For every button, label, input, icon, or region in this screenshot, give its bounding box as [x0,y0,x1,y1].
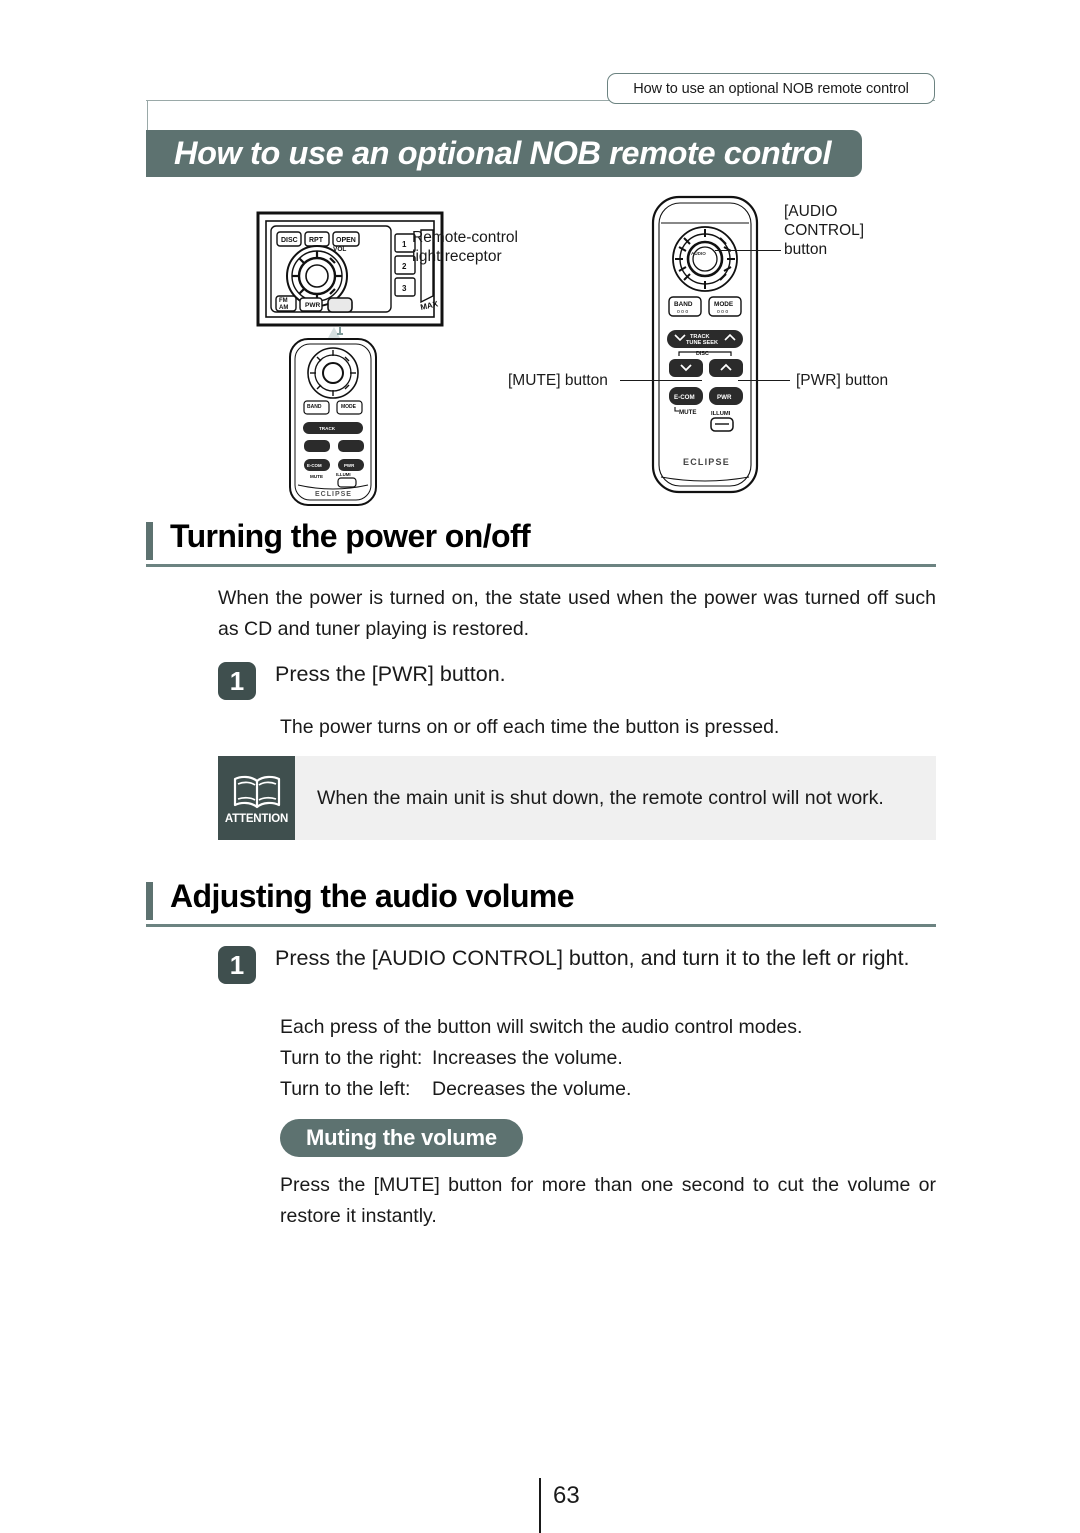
banner-notch [147,101,899,131]
section-2-rule [146,924,936,927]
step-badge: 1 [218,662,256,700]
label-audio-control-line3: button [784,241,828,258]
section-2-pill-body: Press the [MUTE] button for more than on… [280,1174,936,1227]
open-book-icon [233,775,280,808]
section-turning-power: Turning the power on/off [146,518,936,567]
manual-page: How to use an optional NOB remote contro… [0,0,1080,1533]
label-audio-control-line1: [AUDIO [784,203,838,220]
svg-text:DISC: DISC [696,351,709,357]
section-2-detail-line-2: Turn to the right: Increases the volume. [280,1043,623,1074]
svg-text:2: 2 [402,262,407,271]
remote-small-illustration: BAND MODE TRACK E-COM PWR MUTE ILLUMI EC… [289,338,377,506]
label-light-receptor: Remote-control light receptor [412,228,518,266]
svg-text:RPT: RPT [309,237,324,244]
label-audio-control: [AUDIO CONTROL] button [784,202,864,259]
section-2-title: Adjusting the audio volume [170,878,575,914]
section-1-accent-bar [146,522,153,560]
chapter-banner-title: How to use an optional NOB remote contro… [174,135,832,171]
svg-text:o o o: o o o [677,309,688,315]
svg-text:PWR: PWR [305,302,320,309]
svg-text:E-COM: E-COM [674,394,695,401]
turn-right-label: Turn to the right: [280,1047,423,1069]
svg-text:VOL: VOL [333,246,346,253]
svg-text:AM: AM [279,305,288,311]
section-1-heading: Turning the power on/off [146,518,936,567]
svg-text:MODE: MODE [341,404,357,410]
section-1-intro: When the power is turned on, the state u… [218,587,936,640]
step-badge: 1 [218,946,256,984]
subheading-muting-volume: Muting the volume [280,1119,523,1157]
svg-text:BAND: BAND [674,301,693,308]
section-adjusting-volume: Adjusting the audio volume [146,878,936,927]
svg-text:1: 1 [402,240,407,249]
section-1-title: Turning the power on/off [170,518,531,554]
section-1-step-detail: The power turns on or off each time the … [280,716,780,738]
leader-audio-control [715,250,781,252]
svg-text:BAND: BAND [307,404,322,410]
section-2-accent-bar [146,882,153,920]
turn-left-value: Decreases the volume. [432,1078,632,1100]
attention-label: ATTENTION [224,812,289,825]
svg-text:ILLUMI: ILLUMI [711,411,731,417]
attention-box: ATTENTION When the main unit is shut dow… [218,756,936,840]
svg-text:PWR: PWR [717,394,732,401]
section-2-heading: Adjusting the audio volume [146,878,936,927]
svg-text:MUTE: MUTE [679,409,697,416]
svg-text:DISC: DISC [281,237,298,244]
attention-icon-block: ATTENTION [218,756,295,840]
svg-text:MODE: MODE [714,301,734,308]
section-1-step-1: 1 Press the [PWR] button. [218,660,936,700]
leader-mute [620,380,702,382]
footer-rule [539,1478,541,1533]
label-audio-control-line2: CONTROL] [784,222,865,239]
chapter-banner: How to use an optional NOB remote contro… [146,130,862,177]
section-2-detail-line-1: Each press of the button will switch the… [280,1016,803,1038]
step-instruction: Press the [PWR] button. [275,662,506,686]
figure-remote-overview: DISC RPT OPEN VOL FUNC FM AM [150,185,980,506]
running-head-tab: How to use an optional NOB remote contro… [607,73,935,104]
svg-text:ILLUMI: ILLUMI [336,472,351,477]
svg-text:OPEN: OPEN [336,237,356,244]
label-light-receptor-line2: light receptor [412,248,502,265]
section-2-detail-line-3: Turn to the left: Decreases the volume. [280,1074,631,1105]
svg-text:E-COM: E-COM [307,463,322,468]
label-light-receptor-line1: Remote-control [412,229,518,246]
turn-left-label: Turn to the left: [280,1078,411,1100]
svg-text:3: 3 [402,284,407,293]
running-head-text: How to use an optional NOB remote contro… [633,80,909,97]
leader-pwr [738,380,790,382]
svg-text:TRACK: TRACK [319,426,336,431]
section-1-rule [146,564,936,567]
svg-text:ECLIPSE: ECLIPSE [683,457,730,467]
turn-right-value: Increases the volume. [432,1047,623,1069]
attention-text: When the main unit is shut down, the rem… [295,756,936,840]
svg-text:ECLIPSE: ECLIPSE [315,491,352,498]
section-2-step-1: 1 Press the [AUDIO CONTROL] button, and … [218,944,936,984]
svg-text:FM: FM [279,298,288,304]
svg-text:o o o: o o o [717,309,728,315]
label-pwr-button: [PWR] button [796,372,889,389]
page-number: 63 [553,1482,580,1509]
svg-text:MUTE: MUTE [310,474,323,479]
svg-text:AUDIO: AUDIO [691,251,706,256]
remote-large-illustration: AUDIO BAND MODE o o o o o o TRACK TUNE S… [651,195,759,494]
svg-text:PWR: PWR [344,463,355,468]
label-mute-button: [MUTE] button [508,372,608,389]
step-instruction: Press the [AUDIO CONTROL] button, and tu… [275,946,910,970]
svg-text:TUNE SEEK: TUNE SEEK [686,340,718,346]
